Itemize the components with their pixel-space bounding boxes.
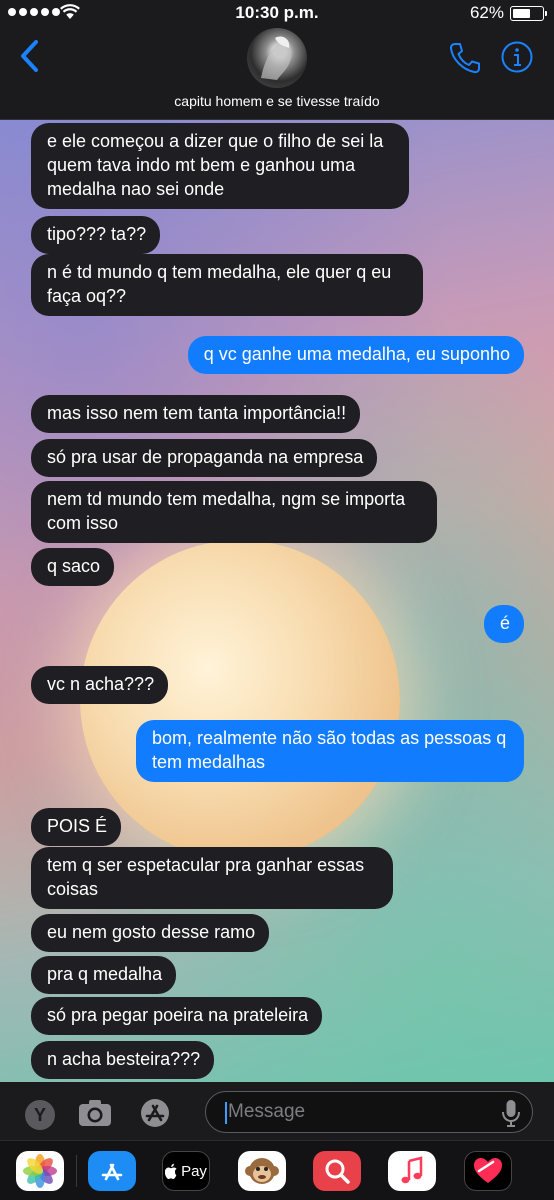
- divider: [76, 1155, 77, 1187]
- contact-avatar[interactable]: [247, 28, 307, 88]
- info-icon[interactable]: [500, 40, 534, 74]
- camera-icon[interactable]: [77, 1097, 113, 1129]
- incoming-message[interactable]: vc n acha???: [24, 666, 169, 704]
- apple-pay-label: Pay: [181, 1162, 207, 1180]
- back-chevron-icon[interactable]: [16, 38, 46, 74]
- message-input-field[interactable]: [205, 1091, 533, 1133]
- search-images-icon[interactable]: [313, 1151, 361, 1191]
- incoming-message[interactable]: tipo??? ta??: [24, 216, 161, 254]
- incoming-message[interactable]: eu nem gosto desse ramo: [31, 914, 270, 952]
- imessage-app-drawer: Pay: [0, 1140, 554, 1200]
- animoji-icon[interactable]: [238, 1151, 286, 1191]
- text-cursor: [225, 1102, 227, 1124]
- status-bar: 10:30 p.m. 62%: [0, 0, 554, 26]
- phone-icon[interactable]: [447, 40, 481, 76]
- incoming-message[interactable]: só pra pegar poeira na prateleira: [31, 997, 323, 1035]
- music-icon[interactable]: [388, 1151, 436, 1191]
- avatar-photo-icon: [261, 36, 292, 80]
- photos-icon[interactable]: [16, 1151, 64, 1191]
- conversation-header: capitu homem e se tivesse traído: [0, 26, 554, 120]
- incoming-message[interactable]: só pra usar de propaganda na empresa: [31, 439, 378, 477]
- message-thread[interactable]: e ele começou a dizer que o filho de sei…: [0, 120, 554, 1082]
- incoming-message[interactable]: POIS É: [31, 808, 122, 846]
- app-shortcut-button[interactable]: Y: [25, 1100, 55, 1130]
- outgoing-message[interactable]: bom, realmente não são todas as pessoas …: [136, 720, 530, 782]
- contact-name[interactable]: capitu homem e se tivesse traído: [0, 93, 554, 109]
- message-input[interactable]: [228, 1096, 488, 1128]
- outgoing-message[interactable]: q vc ganhe uma medalha, eu suponho: [187, 336, 531, 374]
- outgoing-message[interactable]: é: [483, 605, 531, 643]
- incoming-message[interactable]: n acha besteira???: [24, 1041, 215, 1079]
- digital-touch-icon[interactable]: [464, 1151, 512, 1191]
- incoming-message[interactable]: nem td mundo tem medalha, ngm se importa…: [31, 481, 437, 543]
- incoming-message[interactable]: e ele começou a dizer que o filho de sei…: [31, 123, 409, 209]
- incoming-message[interactable]: pra q medalha: [31, 956, 177, 994]
- microphone-icon[interactable]: [500, 1099, 522, 1127]
- battery-icon: [510, 6, 547, 21]
- app-store-icon[interactable]: [138, 1097, 174, 1129]
- app-store-icon[interactable]: [88, 1151, 136, 1191]
- incoming-message[interactable]: mas isso nem tem tanta importância!!: [31, 395, 361, 433]
- compose-bar: Y: [0, 1082, 554, 1140]
- incoming-message[interactable]: q saco: [24, 548, 115, 586]
- battery-percentage: 62%: [469, 3, 504, 22]
- incoming-message[interactable]: tem q ser espetacular pra ganhar essas c…: [31, 847, 393, 909]
- incoming-message[interactable]: n é td mundo q tem medalha, ele quer q e…: [25, 254, 423, 316]
- apple-pay-icon[interactable]: Pay: [162, 1151, 210, 1191]
